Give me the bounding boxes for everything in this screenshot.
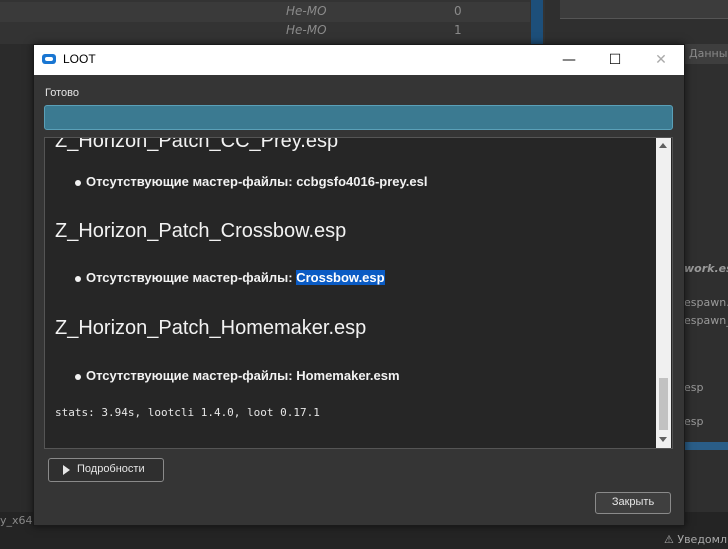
- missing-masters-message: Отсутствующие мастер-файлы: ccbgsfo4016-…: [86, 174, 428, 189]
- table-cell-value: 0: [454, 4, 462, 18]
- maximize-button[interactable]: ☐: [592, 45, 638, 75]
- background-plugin-text: esp: [684, 415, 704, 428]
- background-plugin-text: esp: [684, 381, 704, 394]
- loot-app-icon: [42, 54, 56, 64]
- background-plugin-text: work.esm: [684, 262, 728, 275]
- selected-text[interactable]: Crossbow.esp: [296, 270, 385, 285]
- close-button[interactable]: Закрыть: [595, 492, 671, 514]
- table-row[interactable]: Не-МО 0: [0, 2, 530, 22]
- close-window-button[interactable]: ✕: [638, 45, 684, 75]
- background-selection: [684, 442, 728, 450]
- missing-masters-message: Отсутствующие мастер-файлы: Crossbow.esp: [86, 270, 385, 285]
- background-plugin-text: espawn_D: [684, 314, 728, 327]
- table-cell-name: Не-МО: [286, 23, 327, 37]
- stats-line: stats: 3.94s, lootcli 1.4.0, loot 0.17.1: [55, 406, 320, 419]
- report-content: Z_Horizon_Patch_CC_Prey.esp Отсутствующи…: [45, 138, 655, 448]
- table-cell-value: 1: [454, 23, 462, 37]
- background-table: Не-МО 0 Не-МО 1: [0, 0, 545, 44]
- notifications-label: Уведомл: [677, 533, 727, 546]
- details-label: Подробности: [77, 463, 145, 475]
- background-bottom-text: y_x64:: [0, 514, 37, 527]
- minimize-button[interactable]: —: [546, 45, 592, 75]
- scroll-up-arrow-icon[interactable]: [659, 143, 667, 148]
- scroll-thumb[interactable]: [659, 378, 668, 430]
- message-prefix: Отсутствующие мастер-файлы:: [86, 270, 297, 285]
- plugin-title: Z_Horizon_Patch_CC_Prey.esp: [55, 138, 339, 152]
- expand-arrow-icon: [63, 465, 70, 475]
- background-plugin-text: espawn.e: [684, 296, 728, 309]
- scroll-down-arrow-icon[interactable]: [659, 437, 667, 442]
- background-scrollbar[interactable]: [531, 0, 543, 44]
- bullet-icon: [75, 180, 81, 186]
- background-tab-data[interactable]: Данные: [685, 44, 728, 64]
- progress-bar: [44, 105, 673, 130]
- table-row[interactable]: Не-МО 1: [0, 22, 530, 42]
- bullet-icon: [75, 374, 81, 380]
- plugin-title: Z_Horizon_Patch_Homemaker.esp: [55, 317, 367, 339]
- window-title: LOOT: [63, 52, 96, 66]
- notifications-button[interactable]: ⚠ Уведомл: [664, 533, 727, 546]
- report-view[interactable]: Z_Horizon_Patch_CC_Prey.esp Отсутствующи…: [44, 137, 673, 449]
- status-label: Готово: [45, 87, 79, 99]
- plugin-title: Z_Horizon_Patch_Crossbow.esp: [55, 220, 347, 242]
- report-scrollbar[interactable]: [656, 138, 671, 448]
- background-right-dropdown[interactable]: [560, 0, 728, 19]
- details-toggle-button[interactable]: Подробности: [48, 458, 164, 482]
- missing-masters-message: Отсутствующие мастер-файлы: Homemaker.es…: [86, 368, 400, 383]
- bullet-icon: [75, 276, 81, 282]
- loot-dialog: LOOT — ☐ ✕ Готово Z_Horizon_Patch_CC_Pre…: [33, 44, 685, 526]
- table-cell-name: Не-МО: [286, 4, 327, 18]
- title-bar[interactable]: LOOT — ☐ ✕: [34, 45, 684, 75]
- close-label: Закрыть: [611, 496, 655, 508]
- warning-icon: ⚠: [664, 533, 674, 546]
